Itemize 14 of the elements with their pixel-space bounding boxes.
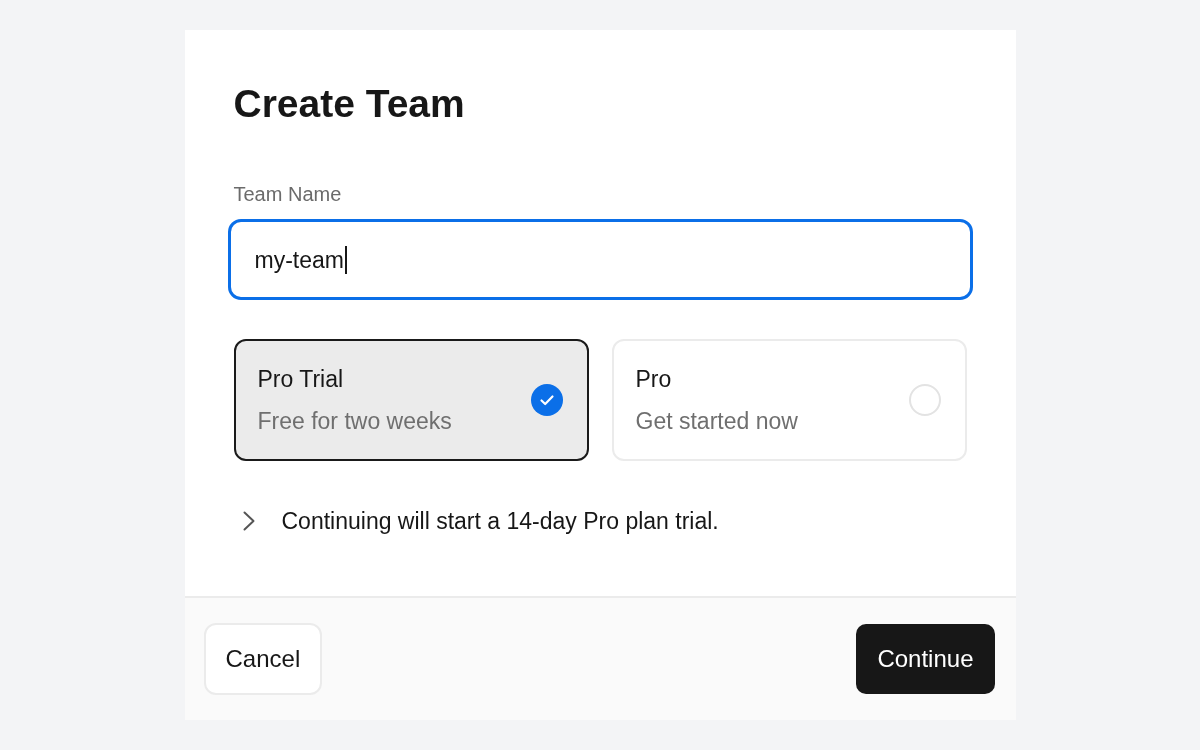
plan-name: Pro: [635, 365, 672, 393]
disclosure-text[interactable]: Continuing will start a 14-day Pro plan trial.: [281, 507, 719, 535]
plan-option[interactable]: Pro Get started now: [611, 339, 967, 461]
field-label: Team Name: [233, 182, 342, 206]
text-input[interactable]: my-team: [227, 219, 973, 300]
text-cursor-icon: [344, 245, 347, 274]
plan-description: Get started now: [635, 407, 798, 435]
plan-description: Free for two weeks: [257, 407, 452, 435]
chevron-icon[interactable]: [242, 511, 255, 531]
cancel-button[interactable]: Cancel: [203, 623, 323, 695]
plan-option[interactable]: Pro Trial Free for two weeks: [233, 339, 589, 461]
dialog-title: Create Team: [233, 81, 465, 127]
continue-button[interactable]: Continue: [856, 624, 995, 694]
plan-name: Pro Trial: [257, 365, 344, 393]
